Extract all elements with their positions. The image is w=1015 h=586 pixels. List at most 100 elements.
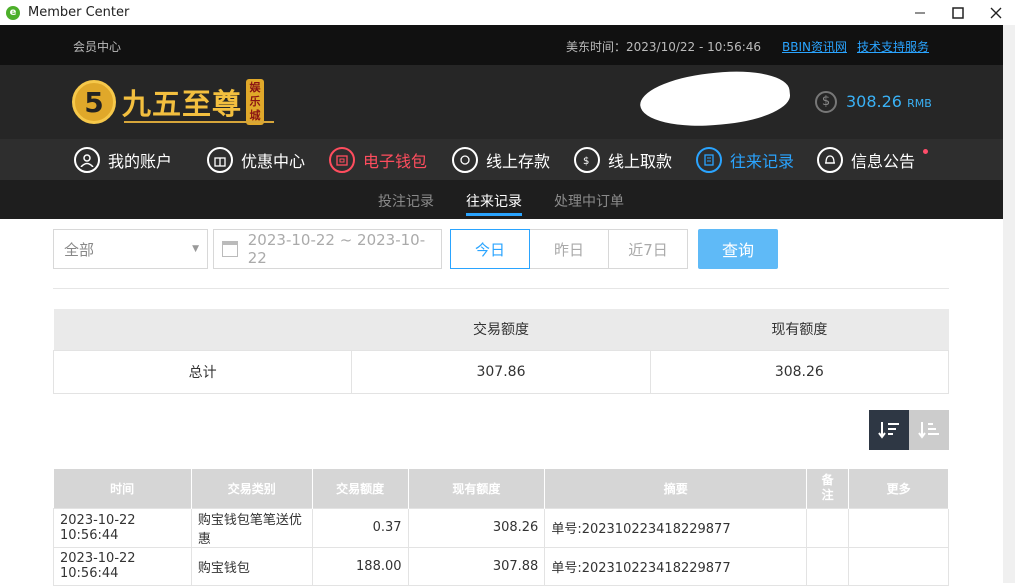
- row-amount: 0.37: [311, 507, 409, 548]
- quick-7days-button[interactable]: 近7日: [609, 229, 688, 269]
- records-table: 时间 交易类别 交易额度 现有额度 摘要 备注 更多 2023-10-22 10…: [53, 469, 949, 586]
- row-balance: 308.26: [407, 507, 546, 548]
- window-controls: [901, 0, 1015, 25]
- row-time: 2023-10-22 10:56:44: [53, 507, 192, 548]
- window-titlebar: e Member Center: [0, 0, 1015, 25]
- col-amount: 交易额度: [312, 469, 409, 508]
- type-select-value: 全部: [64, 240, 95, 259]
- summary-header-row: 交易额度 现有额度: [53, 309, 949, 350]
- redacted-username: [637, 65, 793, 133]
- bbin-news-link[interactable]: BBIN资讯网: [782, 38, 847, 55]
- col-balance: 现有额度: [408, 469, 546, 508]
- nav-promotions[interactable]: 优惠中心: [207, 139, 305, 180]
- balance-value: 308.26: [846, 92, 902, 111]
- tab-bet-records[interactable]: 投注记录: [378, 191, 434, 211]
- app-icon: e: [6, 5, 20, 20]
- top-info-bar: 会员中心 美东时间：2023/10/22 - 10:56:46 BBIN资讯网 …: [0, 25, 1003, 65]
- section-label: 会员中心: [73, 40, 122, 54]
- main-nav: 我的账户 优惠中心 电子钱包 线上存款 $ 线上取款 往来记录 信息公告: [0, 139, 1003, 180]
- deposit-icon: [452, 146, 478, 173]
- row-type: 购宝钱包笔笔送优惠: [190, 507, 313, 548]
- tab-pending-orders[interactable]: 处理中订单: [554, 191, 624, 211]
- summary-current-balance: 308.26: [649, 349, 950, 394]
- balance-currency: RMB: [907, 97, 932, 110]
- brand-logo[interactable]: 5 九五至尊 娱乐城: [72, 75, 274, 129]
- record-icon: [696, 146, 722, 173]
- nav-label: 信息公告: [851, 151, 916, 171]
- type-select[interactable]: 全部 ▼: [53, 229, 208, 269]
- summary-label: 总计: [52, 349, 353, 394]
- nav-announcements[interactable]: 信息公告: [817, 139, 915, 180]
- quick-today-button[interactable]: 今日: [450, 229, 530, 269]
- table-row: 2023-10-22 10:56:44 购宝钱包笔笔送优惠 0.37 308.2…: [53, 507, 949, 548]
- sort-asc-button[interactable]: [909, 410, 949, 450]
- col-remark: 备注: [806, 469, 850, 508]
- close-button[interactable]: [977, 0, 1015, 25]
- sort-desc-icon: [878, 422, 899, 439]
- account-balance: 308.26 RMB: [846, 92, 932, 111]
- wallet-icon: [329, 146, 355, 173]
- summary-row: 总计 307.86 308.26: [52, 349, 950, 394]
- svg-text:$: $: [583, 156, 589, 167]
- minimize-icon: [915, 12, 925, 13]
- sort-asc-icon: [918, 422, 939, 439]
- dollar-icon: $: [815, 91, 837, 113]
- calendar-icon: [222, 241, 238, 257]
- gift-icon: [207, 146, 233, 173]
- sort-desc-button[interactable]: [869, 410, 909, 450]
- col-summary: 摘要: [544, 469, 808, 508]
- nav-label: 优惠中心: [241, 151, 306, 171]
- eastern-time: 美东时间：2023/10/22 - 10:56:46: [566, 40, 762, 54]
- divider: [53, 288, 949, 289]
- nav-online-deposit[interactable]: 线上存款: [452, 139, 550, 180]
- row-more[interactable]: [848, 507, 949, 548]
- row-summary: 单号:202310223418229877: [544, 507, 808, 548]
- query-button[interactable]: 查询: [698, 229, 778, 269]
- maximize-icon: [952, 6, 964, 19]
- minimize-button[interactable]: [901, 0, 939, 25]
- col-more: 更多: [848, 469, 949, 508]
- row-time: 2023-10-22 10:56:44: [53, 546, 192, 586]
- nav-e-wallet[interactable]: 电子钱包: [329, 139, 427, 180]
- close-icon: [990, 7, 1002, 18]
- row-type: 购宝钱包: [190, 546, 313, 586]
- logo-mark-icon: 5: [72, 80, 116, 124]
- nav-label: 线上取款: [608, 151, 673, 171]
- logo-badge: 娱乐城: [246, 79, 265, 125]
- window-title: Member Center: [28, 5, 130, 20]
- nav-transaction-records[interactable]: 往来记录: [696, 139, 794, 180]
- date-range-value: 2023-10-22 ~ 2023-10-22: [247, 231, 426, 267]
- withdraw-icon: $: [574, 146, 600, 173]
- active-tab-indicator: [466, 213, 522, 216]
- row-balance: 307.88: [407, 546, 546, 586]
- row-summary: 单号:202310223418229877: [544, 546, 808, 586]
- tech-support-link[interactable]: 技术支持服务: [857, 38, 929, 55]
- row-remark: [806, 507, 850, 548]
- quick-yesterday-button[interactable]: 昨日: [530, 229, 609, 269]
- nav-label: 电子钱包: [363, 151, 428, 171]
- nav-online-withdraw[interactable]: $ 线上取款: [574, 139, 672, 180]
- row-amount: 188.00: [311, 546, 409, 586]
- user-icon: [74, 146, 100, 173]
- summary-transaction-amount: 307.86: [351, 349, 651, 394]
- summary-header-cell: 交易额度: [351, 309, 651, 350]
- row-remark: [806, 546, 850, 586]
- tab-transaction-records[interactable]: 往来记录: [466, 191, 522, 211]
- date-range-input[interactable]: 2023-10-22 ~ 2023-10-22: [213, 229, 442, 269]
- vertical-scrollbar[interactable]: [1003, 25, 1015, 583]
- nav-label: 线上存款: [486, 151, 551, 171]
- records-header-row: 时间 交易类别 交易额度 现有额度 摘要 备注 更多: [53, 469, 949, 508]
- nav-label: 我的账户: [108, 151, 173, 171]
- row-more[interactable]: [848, 546, 949, 586]
- col-time: 时间: [53, 469, 192, 508]
- summary-header-cell: 现有额度: [650, 309, 949, 350]
- col-type: 交易类别: [191, 469, 313, 508]
- summary-table: 交易额度 现有额度 总计 307.86 308.26: [52, 309, 950, 394]
- chevron-down-icon: ▼: [192, 244, 199, 254]
- nav-my-account[interactable]: 我的账户: [74, 139, 172, 180]
- notification-dot: [923, 149, 928, 154]
- maximize-button[interactable]: [939, 0, 977, 25]
- table-row: 2023-10-22 10:56:44 购宝钱包 188.00 307.88 单…: [53, 546, 949, 586]
- bell-icon: [817, 146, 843, 173]
- nav-label: 往来记录: [730, 151, 795, 171]
